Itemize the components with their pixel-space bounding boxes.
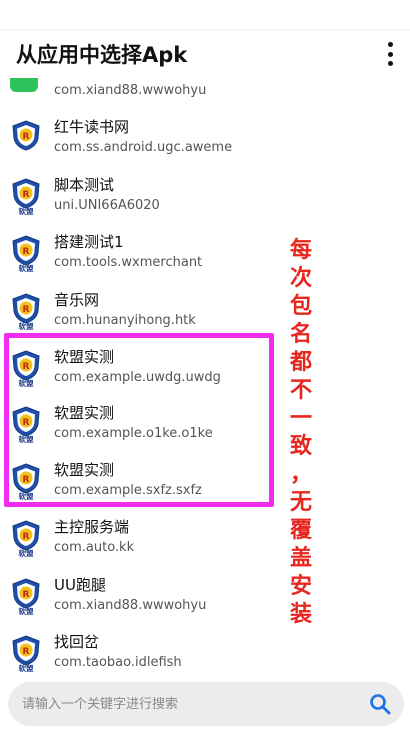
status-bar xyxy=(0,0,410,30)
svg-text:软盟: 软盟 xyxy=(19,263,34,273)
search-icon xyxy=(370,694,391,715)
search-button[interactable] xyxy=(356,682,404,726)
annotation-char: 安 xyxy=(289,573,312,599)
list-item-label: 红牛读书网 xyxy=(54,118,130,136)
list-item-label: 搭建测试1 xyxy=(54,233,124,251)
annotation-char: ， xyxy=(289,461,312,487)
list-item-package: com.auto.kk xyxy=(54,540,135,555)
list-item-package: com.ss.android.ugc.aweme xyxy=(54,140,233,155)
svg-text:R: R xyxy=(23,132,30,142)
shield-r-icon: R 软盟 xyxy=(8,518,44,558)
svg-text:软盟: 软盟 xyxy=(19,434,34,444)
shield-r-icon: R 软盟 xyxy=(8,348,44,388)
list-item-package: com.example.sxfz.sxfz xyxy=(54,483,202,498)
svg-text:R: R xyxy=(23,475,30,485)
annotation-char: 不 xyxy=(289,377,312,403)
list-item[interactable]: R 软盟 脚本测试 uni.UNI66A6020 xyxy=(0,168,410,225)
more-vert-icon[interactable] xyxy=(386,42,394,66)
list-item[interactable]: R 软盟 软盟实测 com.example.sxfz.sxfz xyxy=(0,453,410,510)
svg-text:R: R xyxy=(23,247,30,257)
svg-text:R: R xyxy=(23,305,30,315)
list-item-package: com.example.uwdg.uwdg xyxy=(54,370,221,385)
svg-text:R: R xyxy=(23,647,30,657)
search-bar xyxy=(8,682,404,726)
shield-r-icon: R xyxy=(8,118,44,158)
svg-text:软盟: 软盟 xyxy=(19,491,34,501)
list-item[interactable]: R 软盟 软盟实测 com.example.uwdg.uwdg xyxy=(0,340,410,397)
shield-r-icon: R 软盟 xyxy=(8,404,44,444)
svg-text:软盟: 软盟 xyxy=(19,206,34,216)
list-item-package: com.hunanyihong.htk xyxy=(54,313,196,328)
search-input[interactable] xyxy=(22,682,352,726)
app-list[interactable]: com.xiand88.wwwohyu R 红牛读书网 com.ss.android… xyxy=(0,78,410,672)
annotation-char: 都 xyxy=(289,349,312,375)
list-item[interactable]: R 软盟 找回岔 com.taobao.idlefish xyxy=(0,625,410,672)
list-item[interactable]: R 红牛读书网 com.ss.android.ugc.aweme xyxy=(0,110,410,167)
list-item-label: 音乐网 xyxy=(54,291,100,309)
annotation-char: 装 xyxy=(289,601,312,627)
list-item-label: 找回岔 xyxy=(54,633,100,651)
shield-r-icon: R 软盟 xyxy=(8,633,44,672)
list-item[interactable]: R 软盟 搭建测试1 com.tools.wxmerchant xyxy=(0,225,410,282)
annotation-char: 盖 xyxy=(289,545,312,571)
svg-text:R: R xyxy=(23,590,30,600)
list-item[interactable]: R 软盟 UU跑腿 com.xiand88.wwwohyu xyxy=(0,568,410,625)
annotation-char: 无 xyxy=(289,489,312,515)
annotation-char: 致 xyxy=(289,433,312,459)
svg-text:R: R xyxy=(23,362,30,372)
list-item-package: com.xiand88.wwwohyu xyxy=(54,83,207,98)
svg-text:R: R xyxy=(23,418,30,428)
app-icon xyxy=(10,78,38,92)
list-item[interactable]: R 软盟 音乐网 com.hunanyihong.htk xyxy=(0,283,410,340)
page-title: 从应用中选择Apk xyxy=(16,43,188,67)
annotation-char: 包 xyxy=(289,293,312,319)
list-item-label: 软盟实测 xyxy=(54,404,115,422)
shield-r-icon: R 软盟 xyxy=(8,291,44,331)
list-item[interactable]: R 软盟 软盟实测 com.example.o1ke.o1ke xyxy=(0,396,410,453)
svg-text:软盟: 软盟 xyxy=(19,378,34,388)
svg-text:软盟: 软盟 xyxy=(19,548,34,558)
list-item-package: uni.UNI66A6020 xyxy=(54,198,160,213)
annotation-text: 每次包名都不一致，无覆盖安装 xyxy=(286,236,316,628)
svg-text:软盟: 软盟 xyxy=(19,321,34,331)
shield-r-icon: R 软盟 xyxy=(8,461,44,501)
annotation-char: 一 xyxy=(289,405,312,431)
annotation-char: 次 xyxy=(289,265,312,291)
list-item-package: com.example.o1ke.o1ke xyxy=(54,426,213,441)
list-item-label: 脚本测试 xyxy=(54,176,115,194)
annotation-char: 覆 xyxy=(289,517,312,543)
list-item[interactable]: R 软盟 主控服务端 com.auto.kk xyxy=(0,510,410,567)
list-item-package: com.xiand88.wwwohyu xyxy=(54,598,207,613)
list-item-package: com.taobao.idlefish xyxy=(54,655,182,670)
list-item-label: 主控服务端 xyxy=(54,518,130,536)
list-item-label: UU跑腿 xyxy=(54,576,106,594)
svg-text:R: R xyxy=(23,532,30,542)
shield-r-icon: R 软盟 xyxy=(8,576,44,616)
svg-text:软盟: 软盟 xyxy=(19,663,34,672)
list-item-label: 软盟实测 xyxy=(54,348,115,366)
svg-text:软盟: 软盟 xyxy=(19,606,34,616)
annotation-char: 每 xyxy=(289,237,312,263)
list-item-package: com.tools.wxmerchant xyxy=(54,255,203,270)
svg-text:R: R xyxy=(23,190,30,200)
annotation-char: 名 xyxy=(289,321,312,347)
shield-r-icon: R 软盟 xyxy=(8,176,44,216)
app-bar: 从应用中选择Apk xyxy=(0,30,410,78)
shield-r-icon: R 软盟 xyxy=(8,233,44,273)
list-item-partial[interactable]: com.xiand88.wwwohyu xyxy=(0,78,410,113)
list-item-label: 软盟实测 xyxy=(54,461,115,479)
